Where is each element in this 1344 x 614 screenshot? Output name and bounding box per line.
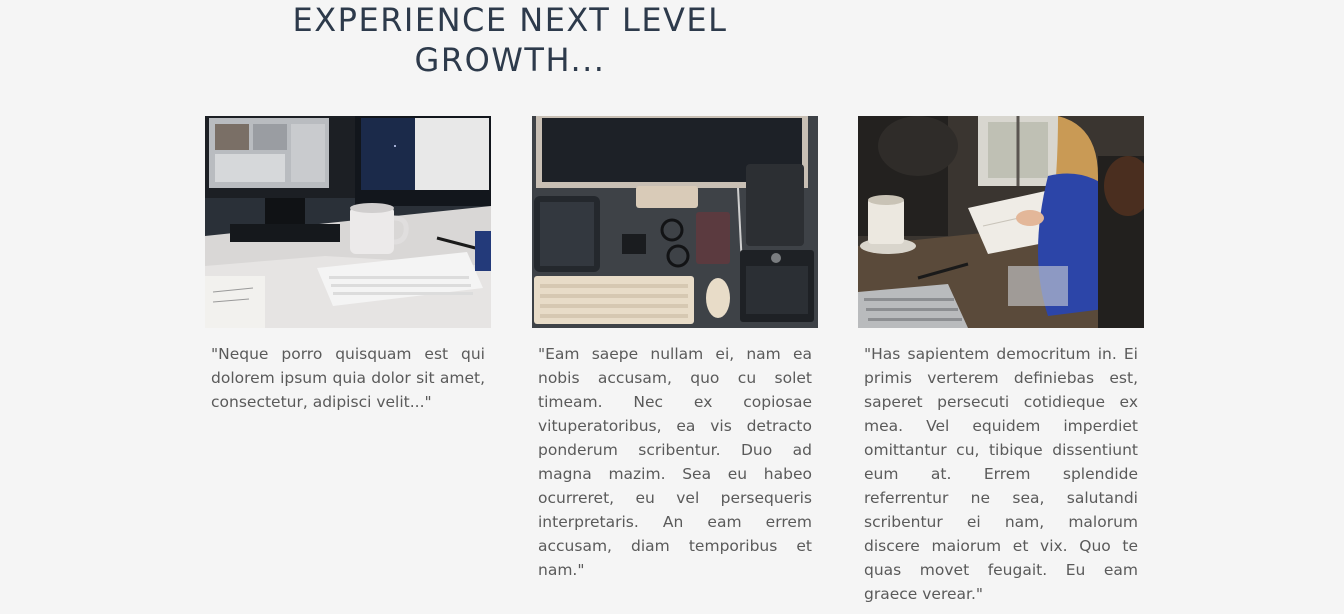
desk-flatlay-image (532, 116, 818, 328)
desk-workstation-image (205, 116, 491, 328)
feature-card-1: "Neque porro quisquam est qui dolorem ip… (205, 116, 491, 414)
feature-card-2: "Eam saepe nullam ei, nam ea nobis accus… (532, 116, 818, 582)
feature-card-1-text: "Neque porro quisquam est qui dolorem ip… (211, 345, 485, 411)
feature-card-2-text: "Eam saepe nullam ei, nam ea nobis accus… (538, 345, 812, 579)
page: EXPERIENCE NEXT LEVEL GROWTH... "Neque p… (0, 0, 1344, 614)
section-heading: EXPERIENCE NEXT LEVEL GROWTH... (292, 1, 728, 79)
feature-card-3: "Has sapientem democritum in. Ei primis … (858, 116, 1144, 606)
team-meeting-image (858, 116, 1144, 328)
feature-card-3-text: "Has sapientem democritum in. Ei primis … (864, 345, 1138, 603)
